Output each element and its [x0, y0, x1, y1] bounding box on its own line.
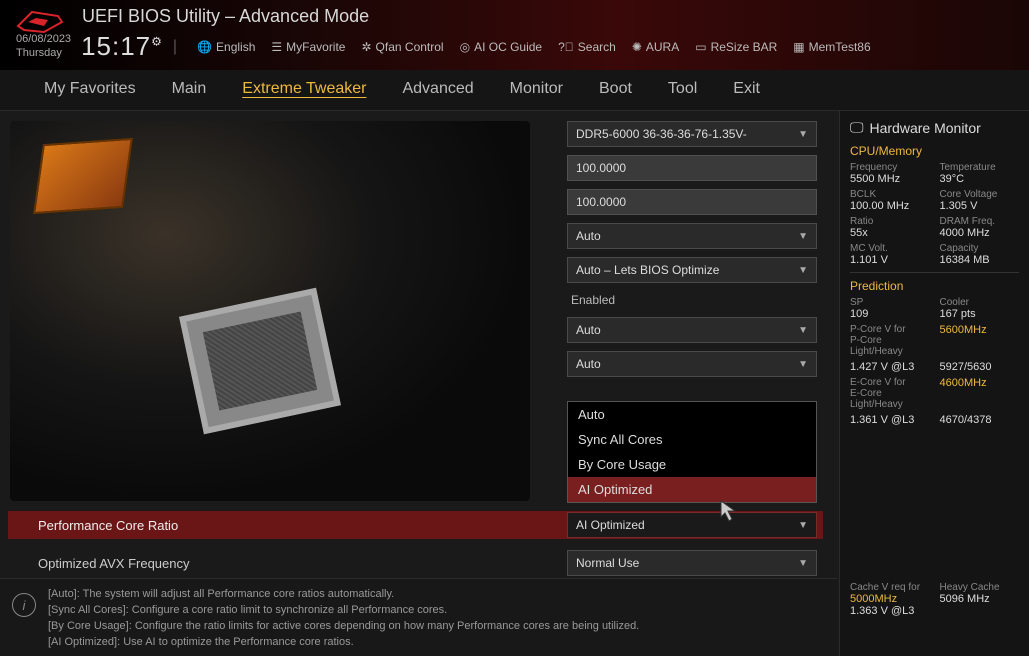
tab-advanced[interactable]: Advanced [398, 78, 477, 100]
help-text: [Auto]: The system will adjust all Perfo… [48, 587, 639, 648]
bios-optimize-select[interactable]: Auto – Lets BIOS Optimize▼ [567, 257, 817, 283]
stat-dram: 4000 MHz [940, 227, 1020, 239]
tab-boot[interactable]: Boot [595, 78, 636, 100]
aura-icon: ✺ [632, 40, 642, 54]
stat-ecorev: 1.361 V @L3 [850, 414, 930, 426]
content-pane: DDR5-6000 36-36-36-76-1.35V-▼ 100.0000 1… [0, 111, 839, 601]
monitor-icon: 🖵 [850, 119, 864, 136]
chevron-down-icon: ▼ [798, 231, 808, 242]
avx-frequency-label: Optimized AVX Frequency [38, 556, 190, 571]
stat-pcorelh: 5927/5630 [940, 361, 1020, 373]
chevron-down-icon: ▼ [798, 265, 808, 276]
stat-pcorev: 1.427 V @L3 [850, 361, 930, 373]
aioc-button[interactable]: ◎ AI OC Guide [460, 40, 543, 54]
cpu-memory-section: CPU/Memory [850, 144, 1019, 158]
chip-icon: ▦ [793, 40, 804, 54]
perf-core-ratio-label: Performance Core Ratio [38, 518, 178, 533]
dropdown-item-ai[interactable]: AI Optimized [568, 477, 816, 502]
stat-frequency: 5500 MHz [850, 173, 930, 185]
memtest-button[interactable]: ▦ MemTest86 [793, 40, 870, 54]
language-button[interactable]: 🌐 English [197, 40, 255, 54]
tab-main[interactable]: Main [168, 78, 211, 100]
bar-icon: ▭ [695, 40, 706, 54]
tab-exit[interactable]: Exit [729, 78, 764, 100]
globe-icon: 🌐 [197, 40, 212, 54]
chevron-down-icon: ▼ [798, 129, 808, 140]
bclk-input-2[interactable]: 100.0000 [567, 189, 817, 215]
avx-frequency-select[interactable]: Normal Use▼ [567, 550, 817, 576]
info-icon: i [12, 593, 36, 617]
bios-header: UEFI BIOS Utility – Advanced Mode 06/08/… [0, 0, 1029, 70]
stat-bclk: 100.00 MHz [850, 200, 930, 212]
aura-button[interactable]: ✺ AURA [632, 40, 679, 54]
hw-monitor-title: 🖵 Hardware Monitor [850, 119, 1019, 136]
xmp-select[interactable]: DDR5-6000 36-36-36-76-1.35V-▼ [567, 121, 817, 147]
rog-logo-icon [14, 8, 66, 36]
stat-heavycache: 5096 MHz [940, 593, 1020, 605]
enabled-label: Enabled [567, 291, 817, 309]
gear-icon[interactable]: ⚙ [151, 34, 163, 48]
stat-cachev: 1.363 V @L3 [850, 605, 930, 617]
stat-pcore-freq: 5600MHz [940, 324, 1020, 336]
core-ratio-dropdown: Auto Sync All Cores By Core Usage AI Opt… [567, 401, 817, 503]
clock: 15:17⚙ [81, 31, 163, 62]
auto-select-2[interactable]: Auto▼ [567, 317, 817, 343]
help-bar: i [Auto]: The system will adjust all Per… [0, 578, 837, 656]
perf-core-ratio-select[interactable]: AI Optimized▼ [567, 512, 817, 538]
hardware-monitor-panel: 🖵 Hardware Monitor CPU/Memory Frequency5… [839, 111, 1029, 601]
stat-sp: 109 [850, 308, 930, 320]
bios-title: UEFI BIOS Utility – Advanced Mode [82, 6, 369, 27]
tab-extreme-tweaker[interactable]: Extreme Tweaker [238, 78, 370, 100]
auto-select-1[interactable]: Auto▼ [567, 223, 817, 249]
stat-cache-freq: 5000MHz [850, 593, 930, 605]
stat-ecorelh: 4670/4378 [940, 414, 1020, 426]
chevron-down-icon: ▼ [798, 520, 808, 531]
resizebar-button[interactable]: ▭ ReSize BAR [695, 40, 777, 54]
ai-icon: ◎ [460, 40, 470, 54]
settings-column: DDR5-6000 36-36-36-76-1.35V-▼ 100.0000 1… [567, 121, 817, 377]
list-icon: ☰ [271, 40, 282, 54]
date-block: 06/08/2023 Thursday [16, 33, 71, 59]
prediction-section: Prediction [850, 279, 1019, 293]
tab-myfavorites[interactable]: My Favorites [40, 78, 140, 100]
perf-core-ratio-row[interactable]: Performance Core Ratio AI Optimized▼ [8, 511, 823, 539]
sidebar-bottom: Cache V req for5000MHz1.363 V @L3 Heavy … [839, 578, 1029, 656]
stat-capacity: 16384 MB [940, 254, 1020, 266]
main-tabs: My Favorites Main Extreme Tweaker Advanc… [0, 70, 1029, 111]
fan-icon: ✲ [361, 40, 371, 54]
stat-temp: 39°C [940, 173, 1020, 185]
cursor-icon [719, 499, 739, 523]
motherboard-image [10, 121, 530, 501]
stat-cooler: 167 pts [940, 308, 1020, 320]
stat-ratio: 55x [850, 227, 930, 239]
bclk-input-1[interactable]: 100.0000 [567, 155, 817, 181]
dropdown-item-sync[interactable]: Sync All Cores [568, 427, 816, 452]
stat-vcore: 1.305 V [940, 200, 1020, 212]
chevron-down-icon: ▼ [798, 359, 808, 370]
dropdown-item-bycore[interactable]: By Core Usage [568, 452, 816, 477]
qfan-button[interactable]: ✲ Qfan Control [361, 40, 443, 54]
avx-frequency-row[interactable]: Optimized AVX Frequency Normal Use▼ [8, 549, 823, 577]
stat-mcvolt: 1.101 V [850, 254, 930, 266]
search-button[interactable]: ?⃝ Search [558, 40, 616, 54]
stat-ecore-freq: 4600MHz [940, 377, 1020, 389]
tab-monitor[interactable]: Monitor [506, 78, 567, 100]
dropdown-item-auto[interactable]: Auto [568, 402, 816, 427]
auto-select-3[interactable]: Auto▼ [567, 351, 817, 377]
chevron-down-icon: ▼ [798, 558, 808, 569]
chevron-down-icon: ▼ [798, 325, 808, 336]
myfavorite-button[interactable]: ☰ MyFavorite [271, 40, 345, 54]
tab-tool[interactable]: Tool [664, 78, 701, 100]
search-icon: ?⃝ [558, 40, 574, 54]
top-toolbar: 🌐 English ☰ MyFavorite ✲ Qfan Control ◎ … [197, 40, 871, 54]
